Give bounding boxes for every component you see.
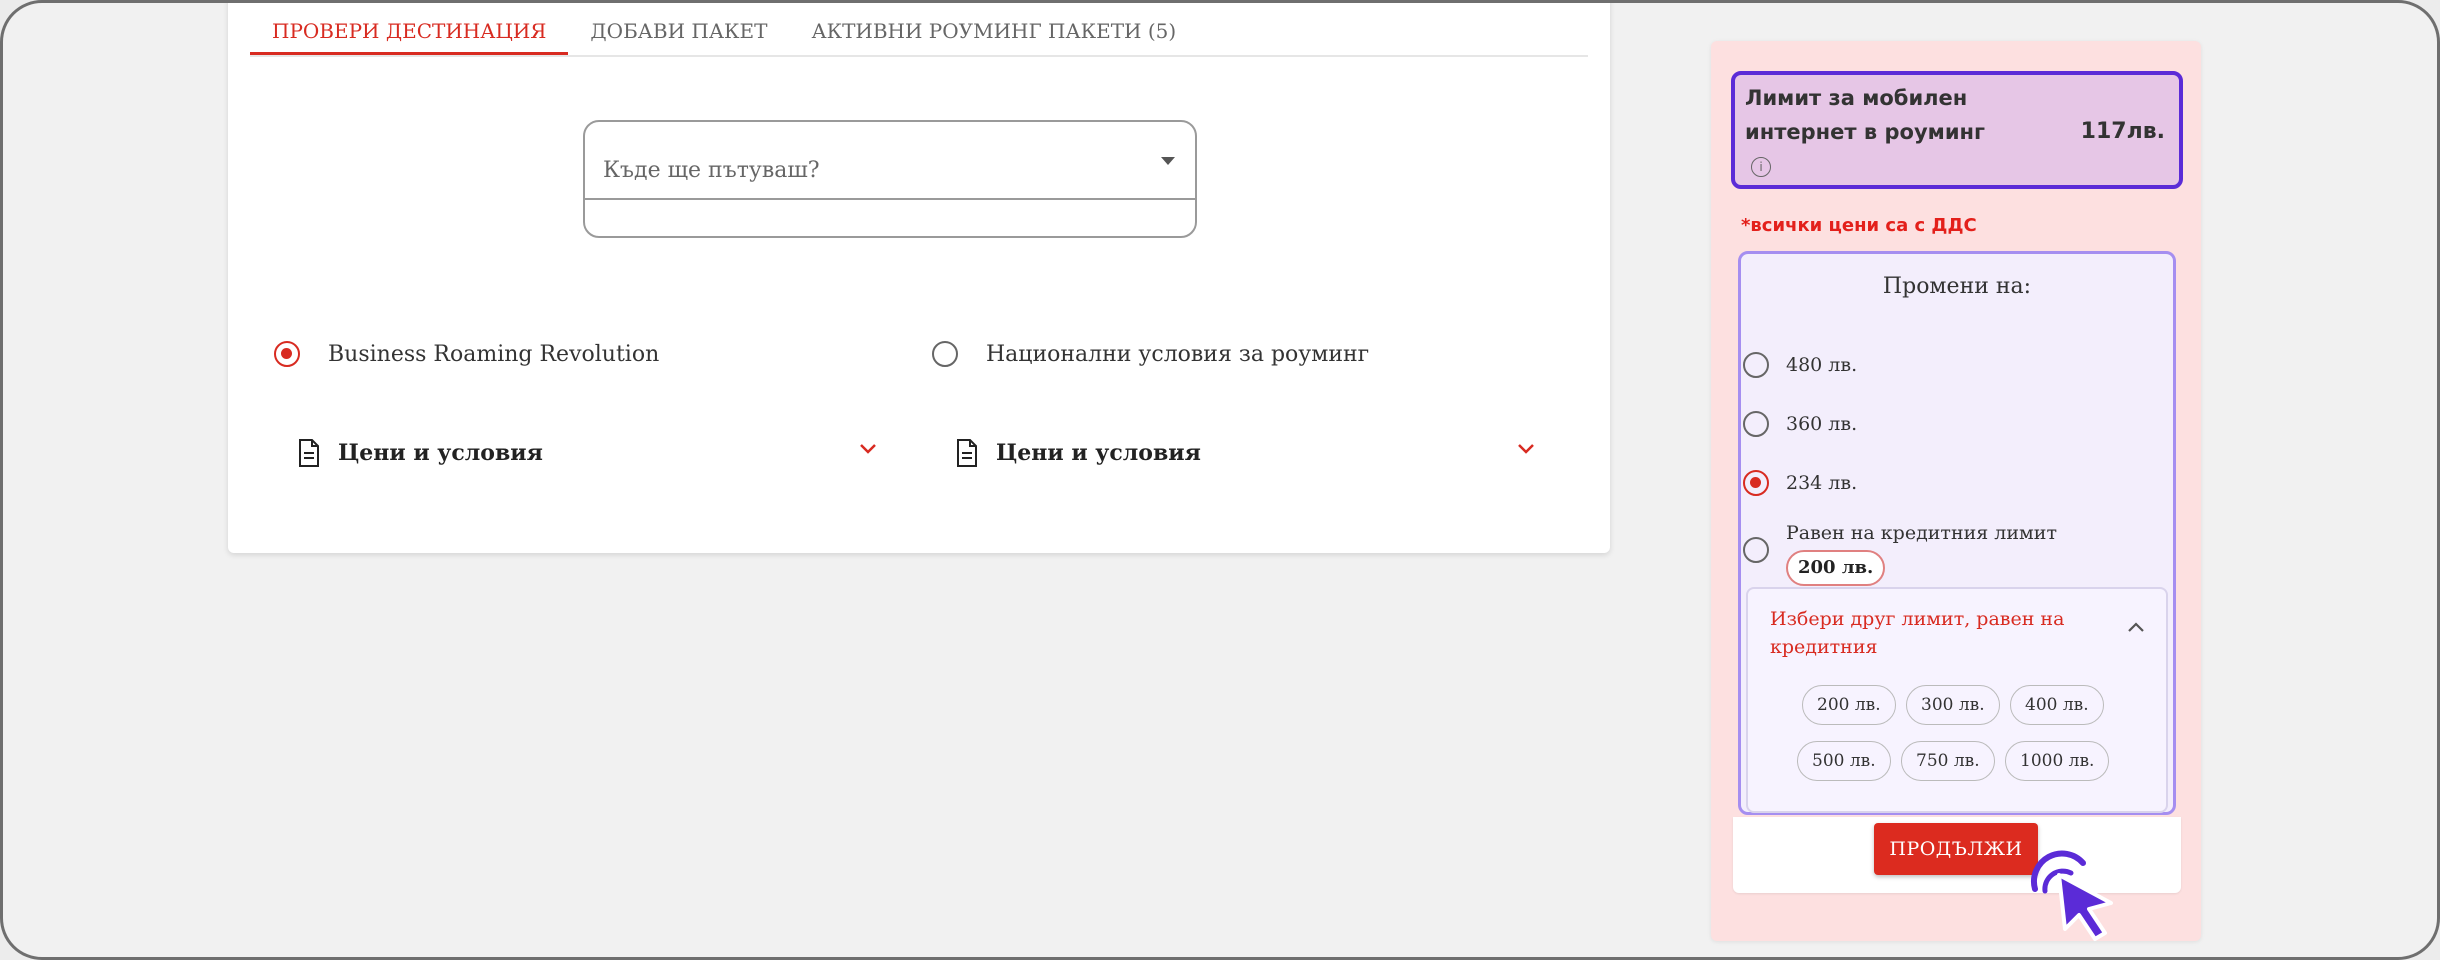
limit-option-credit[interactable]: Равен на кредитния лимит 200 лв. bbox=[1743, 520, 2057, 586]
limit-chip[interactable]: 200 лв. bbox=[1802, 685, 1896, 725]
option-label-credit: Равен на кредитния лимит 200 лв. bbox=[1786, 520, 2057, 586]
limit-option-480[interactable]: 480 лв. bbox=[1743, 352, 1857, 378]
limit-option-360[interactable]: 360 лв. bbox=[1743, 411, 1857, 437]
option-label: Равен на кредитния лимит bbox=[1786, 522, 2057, 544]
tab-bar: ПРОВЕРИ ДЕСТИНАЦИЯ ДОБАВИ ПАКЕТ АКТИВНИ … bbox=[250, 3, 1588, 57]
chevron-down-icon[interactable] bbox=[1516, 441, 1536, 460]
plan-option-business[interactable]: Business Roaming Revolution bbox=[274, 341, 659, 367]
tab-add-package[interactable]: ДОБАВИ ПАКЕТ bbox=[568, 3, 789, 55]
radio-business-roaming[interactable] bbox=[274, 341, 300, 367]
limit-chip[interactable]: 400 лв. bbox=[2010, 685, 2104, 725]
radio-360[interactable] bbox=[1743, 411, 1769, 437]
limit-chip[interactable]: 300 лв. bbox=[1906, 685, 2000, 725]
radio-234[interactable] bbox=[1743, 470, 1769, 496]
limit-title-text: Лимит за мобилен интернет в роуминг bbox=[1745, 86, 1986, 144]
chevron-up-icon[interactable] bbox=[2126, 619, 2146, 638]
current-limit-box: Лимит за мобилен интернет в роуминг i 117… bbox=[1731, 71, 2183, 189]
limit-chip[interactable]: 1000 лв. bbox=[2005, 741, 2110, 781]
limit-title: Лимит за мобилен интернет в роуминг i bbox=[1745, 81, 1985, 183]
option-label: 480 лв. bbox=[1786, 354, 1858, 376]
option-label: 360 лв. bbox=[1786, 413, 1858, 435]
vat-note: *всички цени са с ДДС bbox=[1741, 215, 1977, 236]
chevron-down-icon[interactable] bbox=[858, 441, 878, 460]
terms-toggle-business[interactable]: Цени и условия bbox=[298, 433, 878, 473]
plan-label-business: Business Roaming Revolution bbox=[328, 341, 660, 367]
destination-select[interactable] bbox=[583, 120, 1197, 238]
tab-check-destination[interactable]: ПРОВЕРИ ДЕСТИНАЦИЯ bbox=[250, 3, 569, 55]
pointer-cursor-icon bbox=[2030, 850, 2113, 941]
plan-option-national[interactable]: Национални условия за роуминг bbox=[932, 341, 1369, 367]
credit-limit-chip: 200 лв. bbox=[1786, 550, 1886, 586]
limit-chip[interactable]: 500 лв. bbox=[1797, 741, 1891, 781]
terms-toggle-national[interactable]: Цени и условия bbox=[956, 433, 1536, 473]
radio-480[interactable] bbox=[1743, 352, 1769, 378]
info-icon[interactable]: i bbox=[1751, 157, 1771, 177]
document-icon bbox=[298, 439, 320, 467]
destination-input[interactable] bbox=[585, 122, 1195, 200]
browser-frame: ПРОВЕРИ ДЕСТИНАЦИЯ ДОБАВИ ПАКЕТ АКТИВНИ … bbox=[0, 0, 2440, 960]
tab-active-packages[interactable]: АКТИВНИ РОУМИНГ ПАКЕТИ (5) bbox=[789, 3, 1198, 55]
radio-credit-limit[interactable] bbox=[1743, 537, 1769, 563]
change-limit-box: Промени на: 480 лв. 360 лв. 234 лв. Раве… bbox=[1738, 251, 2176, 815]
terms-label-national: Цени и условия bbox=[996, 440, 1201, 466]
option-label: 234 лв. bbox=[1786, 472, 1858, 494]
dropdown-caret-icon[interactable] bbox=[1161, 157, 1175, 165]
other-limit-title: Избери друг лимит, равен на кредитния bbox=[1770, 608, 2065, 658]
radio-national-roaming[interactable] bbox=[932, 341, 958, 367]
document-icon bbox=[956, 439, 978, 467]
other-limit-section: Избери друг лимит, равен на кредитния 20… bbox=[1746, 587, 2168, 813]
destination-card: ПРОВЕРИ ДЕСТИНАЦИЯ ДОБАВИ ПАКЕТ АКТИВНИ … bbox=[228, 3, 1610, 553]
plan-label-national: Национални условия за роуминг bbox=[986, 341, 1370, 367]
roaming-limit-panel: Лимит за мобилен интернет в роуминг i 117… bbox=[1711, 41, 2201, 941]
limit-chip[interactable]: 750 лв. bbox=[1901, 741, 1995, 781]
change-title: Промени на: bbox=[1882, 274, 2032, 299]
limit-value: 117лв. bbox=[2080, 119, 2165, 144]
limit-option-234[interactable]: 234 лв. bbox=[1743, 470, 1857, 496]
terms-label-business: Цени и условия bbox=[338, 440, 543, 466]
